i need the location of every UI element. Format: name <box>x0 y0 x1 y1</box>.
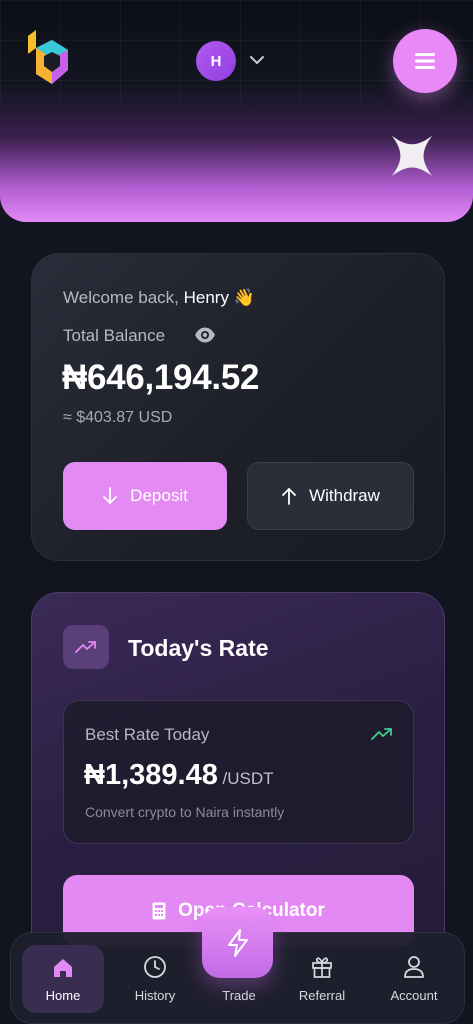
arrow-down-icon <box>103 487 118 504</box>
deposit-label: Deposit <box>130 486 188 505</box>
lightning-bolt-icon <box>227 928 248 957</box>
nav-item-history[interactable]: History <box>114 945 196 1013</box>
best-rate-label: Best Rate Today <box>85 725 210 744</box>
nav-item-home[interactable]: Home <box>22 945 104 1013</box>
withdraw-label: Withdraw <box>309 486 380 505</box>
sparkle-star-icon <box>391 135 433 177</box>
hamburger-menu-icon <box>415 53 435 69</box>
nav-label-trade: Trade <box>222 988 256 1003</box>
nav-item-account[interactable]: Account <box>373 945 455 1013</box>
welcome-message: Welcome back, Henry 👋 <box>63 288 255 308</box>
withdraw-button[interactable]: Withdraw <box>247 462 414 530</box>
trending-up-icon <box>75 641 96 653</box>
avatar-initial: H <box>210 52 222 70</box>
best-rate-amount: ₦1,389.48 /USDT <box>84 759 274 792</box>
deposit-button[interactable]: Deposit <box>63 462 227 530</box>
nav-label-home: Home <box>45 988 81 1003</box>
rate-title: Today's Rate <box>128 635 269 661</box>
best-rate-box: Best Rate Today ₦1,389.48 /USDT Convert … <box>63 700 414 844</box>
nav-item-referral[interactable]: Referral <box>281 945 363 1013</box>
best-rate-value: ₦1,389.48 <box>84 759 218 791</box>
clock-icon <box>144 956 166 978</box>
menu-button[interactable] <box>393 29 457 93</box>
eye-icon[interactable] <box>194 326 216 344</box>
user-name: Henry <box>183 288 229 307</box>
rate-icon-box <box>63 625 109 669</box>
welcome-text: Welcome back, <box>63 288 184 307</box>
user-avatar[interactable]: H <box>196 41 236 81</box>
home-icon <box>54 959 72 977</box>
balance-usd-equivalent: ≈ $403.87 USD <box>63 409 173 426</box>
arrow-up-icon <box>282 488 296 505</box>
nav-label-account: Account <box>390 988 438 1003</box>
best-rate-subtitle: Convert crypto to Naira instantly <box>85 804 285 820</box>
total-balance-label: Total Balance <box>63 326 166 345</box>
wave-emoji: 👋 <box>233 288 255 307</box>
balance-card: Welcome back, Henry 👋 Total Balance ₦646… <box>31 253 445 561</box>
balance-amount: ₦646,194.52 <box>62 358 260 397</box>
calculator-icon <box>152 902 166 920</box>
nav-label-referral: Referral <box>298 988 346 1003</box>
chevron-down-icon[interactable] <box>248 53 266 67</box>
nav-label-history: History <box>134 988 176 1003</box>
trade-fab-button[interactable] <box>202 907 273 978</box>
user-icon <box>404 956 424 978</box>
header-hero: H <box>0 0 473 222</box>
app-logo-icon <box>28 30 68 84</box>
best-rate-unit: /USDT <box>217 769 274 788</box>
trending-up-icon <box>371 728 392 740</box>
gift-icon <box>312 957 332 978</box>
